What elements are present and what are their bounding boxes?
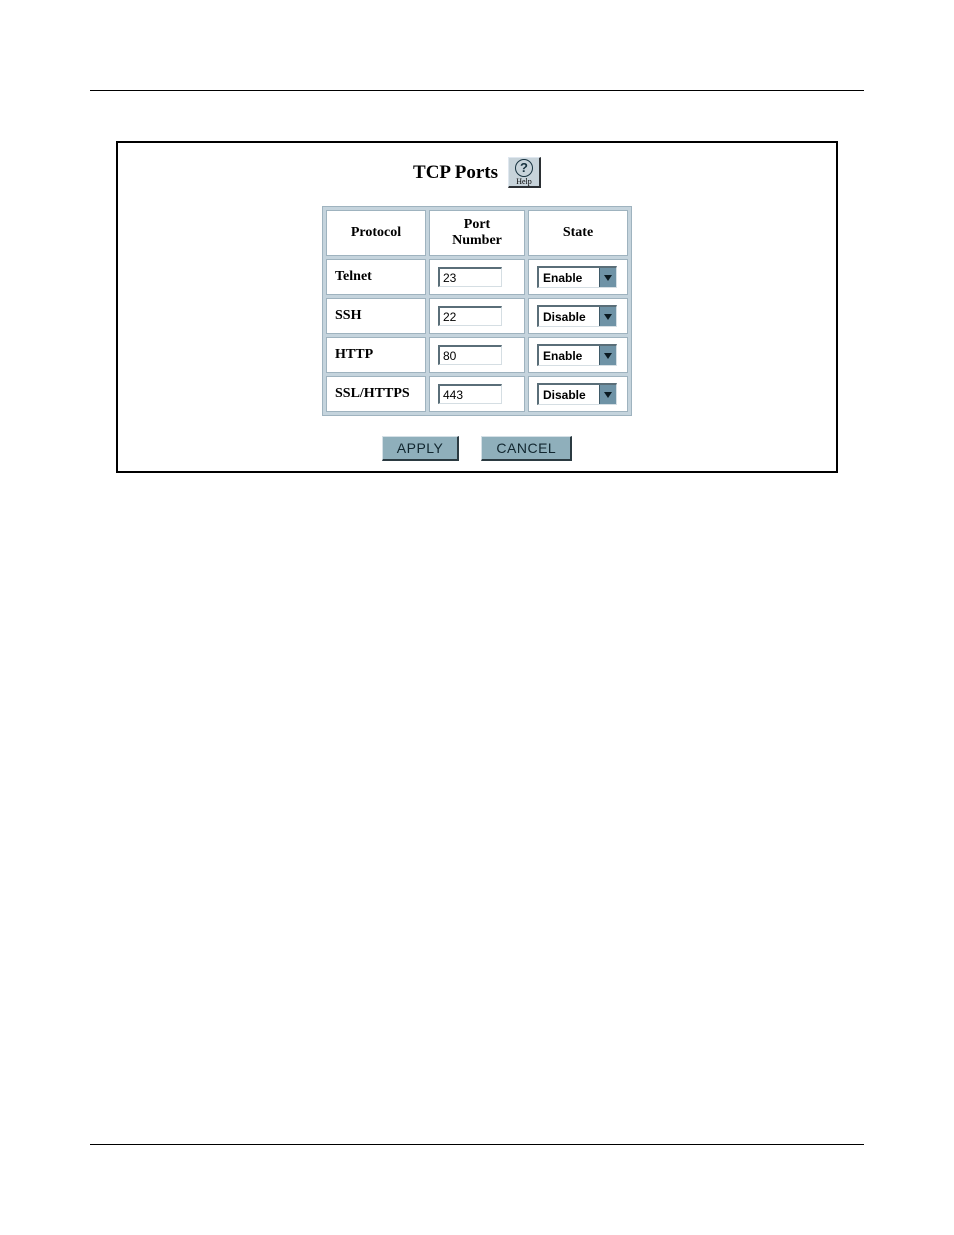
port-input-sslhttps[interactable] <box>438 384 502 404</box>
panel-title: TCP Ports <box>413 162 498 184</box>
table-row: SSH Disable <box>326 298 628 334</box>
state-select-http[interactable]: Enable <box>537 344 617 366</box>
port-input-telnet[interactable] <box>438 267 502 287</box>
state-cell: Disable <box>528 376 628 412</box>
table-row: HTTP Enable <box>326 337 628 373</box>
state-value: Enable <box>539 268 599 287</box>
table-row: SSL/HTTPS Disable <box>326 376 628 412</box>
port-cell <box>429 337 525 373</box>
title-row: TCP Ports ? Help <box>118 157 836 188</box>
help-icon: ? <box>515 159 533 177</box>
state-cell: Enable <box>528 259 628 295</box>
help-label: Help <box>516 178 532 186</box>
port-input-ssh[interactable] <box>438 306 502 326</box>
screenshot-frame: TCP Ports ? Help Protocol Port Number St… <box>116 141 838 473</box>
state-cell: Enable <box>528 337 628 373</box>
protocol-cell: Telnet <box>326 259 426 295</box>
cancel-button[interactable]: CANCEL <box>481 436 572 461</box>
footer-rule <box>90 1144 864 1145</box>
header-protocol: Protocol <box>326 210 426 256</box>
state-select-telnet[interactable]: Enable <box>537 266 617 288</box>
protocol-cell: HTTP <box>326 337 426 373</box>
header-rule <box>90 90 864 91</box>
table-header-row: Protocol Port Number State <box>326 210 628 256</box>
table-row: Telnet Enable <box>326 259 628 295</box>
protocol-cell: SSH <box>326 298 426 334</box>
state-value: Enable <box>539 346 599 365</box>
chevron-down-icon <box>599 307 616 326</box>
header-state: State <box>528 210 628 256</box>
port-cell <box>429 376 525 412</box>
apply-button[interactable]: APPLY <box>382 436 460 461</box>
button-row: APPLY CANCEL <box>118 436 836 461</box>
state-value: Disable <box>539 307 599 326</box>
chevron-down-icon <box>599 385 616 404</box>
tcp-ports-panel: TCP Ports ? Help Protocol Port Number St… <box>118 157 836 461</box>
port-cell <box>429 298 525 334</box>
state-select-ssh[interactable]: Disable <box>537 305 617 327</box>
chevron-down-icon <box>599 346 616 365</box>
page: TCP Ports ? Help Protocol Port Number St… <box>0 0 954 1235</box>
port-cell <box>429 259 525 295</box>
protocol-cell: SSL/HTTPS <box>326 376 426 412</box>
ports-table: Protocol Port Number State Telnet Enabl <box>322 206 632 416</box>
header-port-number: Port Number <box>429 210 525 256</box>
state-cell: Disable <box>528 298 628 334</box>
help-button[interactable]: ? Help <box>508 157 541 188</box>
port-input-http[interactable] <box>438 345 502 365</box>
state-value: Disable <box>539 385 599 404</box>
state-select-sslhttps[interactable]: Disable <box>537 383 617 405</box>
chevron-down-icon <box>599 268 616 287</box>
